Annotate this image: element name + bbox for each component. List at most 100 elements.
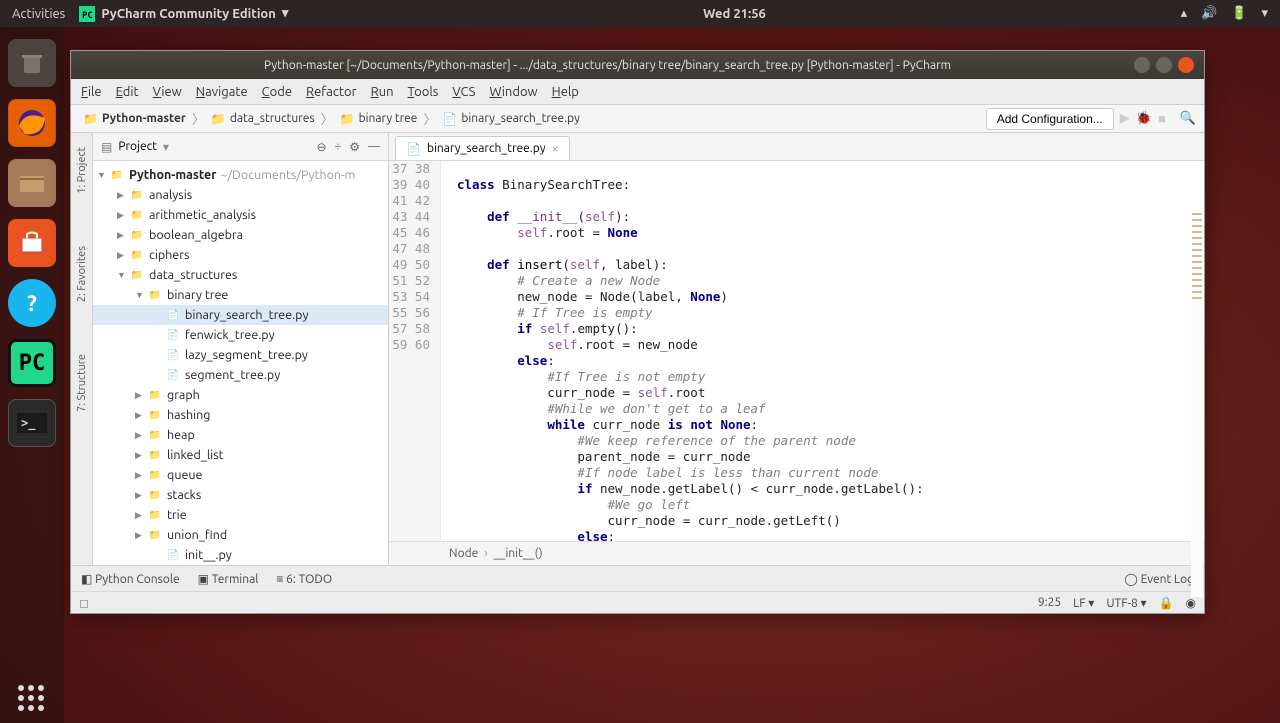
minimize-button[interactable] xyxy=(1134,57,1150,73)
root-path: ~/Documents/Python-m xyxy=(220,168,355,182)
sound-icon[interactable]: 🔊 xyxy=(1201,6,1217,21)
tree-label: stacks xyxy=(167,488,201,502)
project-tree[interactable]: ▼ 📁 Python-master ~/Documents/Python-m ▶… xyxy=(93,161,388,565)
lock-icon[interactable]: 🔒 xyxy=(1159,596,1174,610)
tool-project[interactable]: 1: Project xyxy=(74,141,90,200)
breadcrumb-0[interactable]: 📁Python-master xyxy=(79,112,190,126)
tree-item[interactable]: ▶📁ciphers xyxy=(93,245,388,265)
folder-icon: 📁 xyxy=(129,227,145,243)
dock-help[interactable]: ? xyxy=(8,279,56,327)
tree-label: trie xyxy=(167,508,187,522)
menu-tools[interactable]: Tools xyxy=(408,85,439,99)
tree-item[interactable]: 📄lazy_segment_tree.py xyxy=(93,345,388,365)
tool-structure[interactable]: 7: Structure xyxy=(74,348,90,418)
tree-item[interactable]: ▶📁union_find xyxy=(93,525,388,545)
tool-terminal[interactable]: ▣ Terminal xyxy=(198,572,259,586)
breadcrumb-1[interactable]: 📁data_structures xyxy=(207,112,319,126)
menu-file[interactable]: File xyxy=(81,85,102,99)
tree-item[interactable]: 📄fenwick_tree.py xyxy=(93,325,388,345)
app-menu[interactable]: PC PyCharm Community Edition ▾ xyxy=(79,6,288,22)
titlebar[interactable]: Python-master [~/Documents/Python-master… xyxy=(71,51,1204,79)
tree-item[interactable]: ▶📁queue xyxy=(93,465,388,485)
tree-item[interactable]: ▶📁boolean_algebra xyxy=(93,225,388,245)
tool-python-console[interactable]: ◧ Python Console xyxy=(81,572,180,586)
folder-icon: 📁 xyxy=(129,207,145,223)
code-content[interactable]: class BinarySearchTree: def __init__(sel… xyxy=(441,161,1204,541)
error-stripe[interactable] xyxy=(1191,209,1203,597)
event-log-button[interactable]: ◯ Event Log xyxy=(1124,572,1194,586)
dock-trash[interactable] xyxy=(8,39,56,87)
close-tab-icon[interactable]: × xyxy=(552,142,559,156)
menu-edit[interactable]: Edit xyxy=(116,85,139,99)
python-file-icon: 📄 xyxy=(165,367,181,383)
breadcrumb-bar: Node › __init__() xyxy=(389,541,1204,565)
collapse-icon[interactable]: ⊖ xyxy=(316,140,326,154)
expand-icon[interactable]: ÷ xyxy=(335,140,342,154)
menu-refactor[interactable]: Refactor xyxy=(306,85,357,99)
menu-view[interactable]: View xyxy=(153,85,182,99)
tree-item[interactable]: ▶📁analysis xyxy=(93,185,388,205)
editor-tab[interactable]: 📄 binary_search_tree.py × xyxy=(395,136,570,160)
tree-item[interactable]: ▶📁heap xyxy=(93,425,388,445)
gear-icon[interactable]: ⚙ xyxy=(349,140,360,154)
python-file-icon: 📄 xyxy=(406,142,421,156)
network-icon[interactable]: ▴ xyxy=(1181,6,1188,21)
menu-code[interactable]: Code xyxy=(262,85,292,99)
hide-icon[interactable]: — xyxy=(368,140,380,154)
tree-root[interactable]: ▼ 📁 Python-master ~/Documents/Python-m xyxy=(93,165,388,185)
chevron-down-icon[interactable]: ▾ xyxy=(1261,6,1268,21)
run-icon[interactable]: ▶ xyxy=(1120,111,1130,126)
tool-favorites[interactable]: 2: Favorites xyxy=(74,240,90,308)
dock-pycharm[interactable]: PC xyxy=(8,339,56,387)
dock-firefox[interactable] xyxy=(8,99,56,147)
search-icon[interactable]: 🔍 xyxy=(1180,111,1196,126)
menu-window[interactable]: Window xyxy=(489,85,537,99)
tree-item[interactable]: ▶📁hashing xyxy=(93,405,388,425)
battery-icon[interactable]: 🔋 xyxy=(1231,6,1247,21)
dock-terminal[interactable]: >_ xyxy=(8,399,56,447)
tree-item[interactable]: ▶📁linked_list xyxy=(93,445,388,465)
breadcrumb-2[interactable]: 📁binary tree xyxy=(336,112,422,126)
tool-todo[interactable]: ≡ 6: TODO xyxy=(276,572,332,586)
project-header-label[interactable]: Project xyxy=(118,140,157,153)
dock-files[interactable] xyxy=(8,159,56,207)
tree-item[interactable]: ▶📁graph xyxy=(93,385,388,405)
clock[interactable]: Wed 21:56 xyxy=(288,7,1180,21)
crumb-node[interactable]: Node xyxy=(449,547,478,560)
dock: ? PC >_ xyxy=(0,27,64,723)
caret-position[interactable]: 9:25 xyxy=(1038,596,1061,609)
chevron-down-icon[interactable]: ▾ xyxy=(163,140,169,154)
encoding[interactable]: UTF-8 ▾ xyxy=(1106,596,1146,610)
menu-run[interactable]: Run xyxy=(371,85,394,99)
menubar: File Edit View Navigate Code Refactor Run Tools… xyxy=(71,79,1204,105)
tree-item[interactable]: ▶📁trie xyxy=(93,505,388,525)
stop-icon[interactable]: ■ xyxy=(1158,111,1166,126)
activities-button[interactable]: Activities xyxy=(12,7,65,21)
debug-icon[interactable]: 🐞 xyxy=(1136,111,1152,126)
add-configuration-button[interactable]: Add Configuration... xyxy=(986,108,1114,130)
breadcrumb-3[interactable]: 📄binary_search_tree.py xyxy=(438,112,584,126)
tree-item[interactable]: ▼📁data_structures xyxy=(93,265,388,285)
dock-show-apps[interactable] xyxy=(18,685,44,711)
line-ending[interactable]: LF ▾ xyxy=(1073,596,1094,610)
status-icon[interactable]: ◻ xyxy=(79,596,89,610)
dock-software[interactable] xyxy=(8,219,56,267)
close-button[interactable] xyxy=(1178,57,1194,73)
tree-item[interactable]: ▶📁stacks xyxy=(93,485,388,505)
crumb-init[interactable]: __init__() xyxy=(494,547,543,560)
editor-tabs: 📄 binary_search_tree.py × xyxy=(389,133,1204,161)
tree-item[interactable]: 📄segment_tree.py xyxy=(93,365,388,385)
menu-navigate[interactable]: Navigate xyxy=(196,85,248,99)
inspector-icon[interactable]: ◉ xyxy=(1186,596,1196,610)
folder-icon: 📁 xyxy=(129,187,145,203)
tree-item[interactable]: ▶📁arithmetic_analysis xyxy=(93,205,388,225)
menu-vcs[interactable]: VCS xyxy=(452,85,475,99)
menu-help[interactable]: Help xyxy=(552,85,579,99)
editor: 📄 binary_search_tree.py × 37 38 39 40 41… xyxy=(389,133,1204,565)
tree-item[interactable]: ▼📁binary tree xyxy=(93,285,388,305)
tree-item[interactable]: 📄init__.py xyxy=(93,545,388,565)
tree-item[interactable]: 📄binary_search_tree.py xyxy=(93,305,388,325)
folder-icon: 📁 xyxy=(109,167,125,183)
code-area[interactable]: 37 38 39 40 41 42 43 44 45 46 47 48 49 5… xyxy=(389,161,1204,541)
maximize-button[interactable] xyxy=(1156,57,1172,73)
